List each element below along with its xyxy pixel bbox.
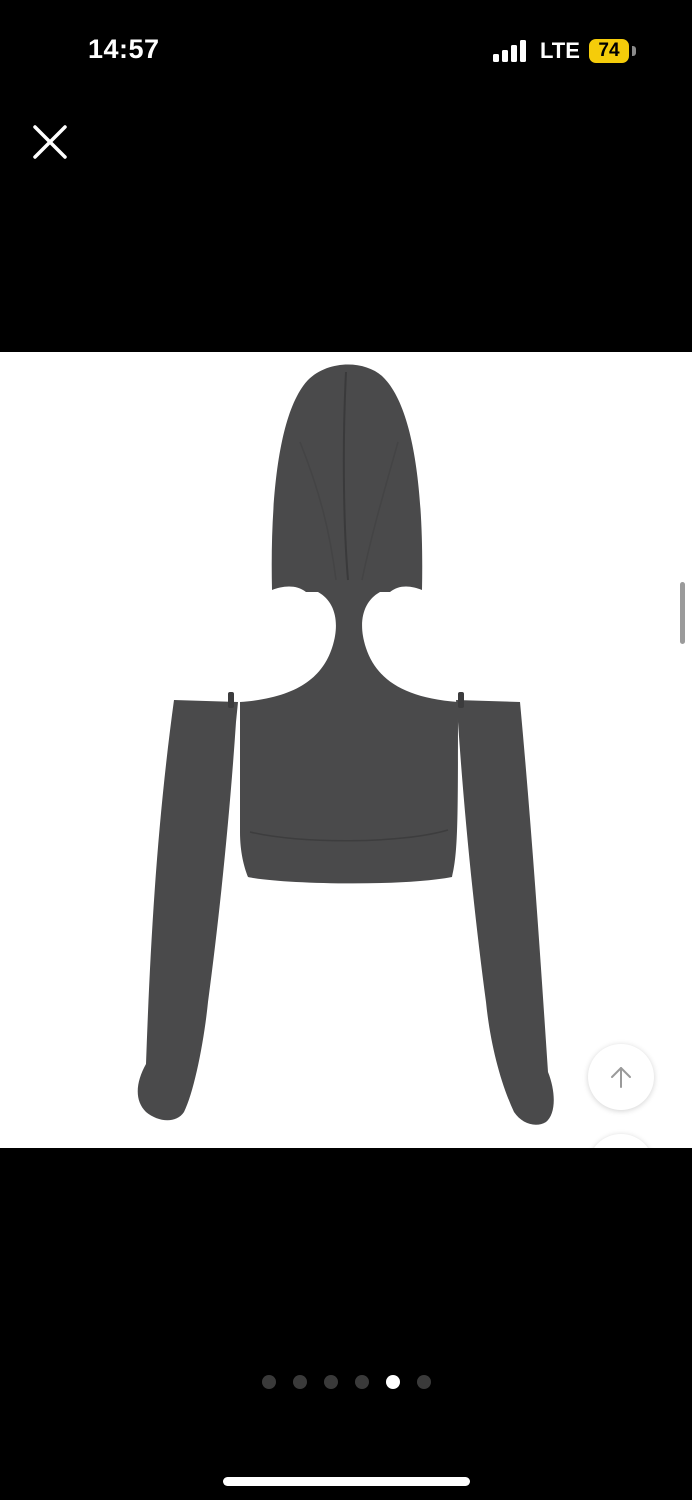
- pagination-dot[interactable]: [261, 1375, 276, 1389]
- battery-icon: 74: [589, 39, 629, 63]
- scroll-indicator[interactable]: [680, 582, 685, 644]
- pagination-dot[interactable]: [323, 1375, 338, 1389]
- product-image-area[interactable]: [0, 352, 692, 1148]
- network-label: LTE: [540, 38, 580, 63]
- home-indicator[interactable]: [223, 1477, 470, 1486]
- image-pagination: [0, 1375, 692, 1389]
- arrow-up-icon: [611, 1067, 631, 1088]
- scroll-to-top-button[interactable]: [588, 1044, 654, 1110]
- pagination-dot[interactable]: [354, 1375, 369, 1389]
- pagination-dot[interactable]: [292, 1375, 307, 1389]
- status-time: 14:57: [88, 34, 160, 64]
- close-icon: [33, 125, 67, 159]
- close-button[interactable]: [26, 118, 74, 166]
- signal-icon: [493, 40, 529, 62]
- battery-tip: [632, 46, 636, 56]
- status-bar: 14:57 LTE 74: [0, 0, 692, 100]
- pagination-dot-active[interactable]: [385, 1375, 400, 1389]
- product-image: [137, 364, 554, 1125]
- pagination-dot[interactable]: [416, 1375, 431, 1389]
